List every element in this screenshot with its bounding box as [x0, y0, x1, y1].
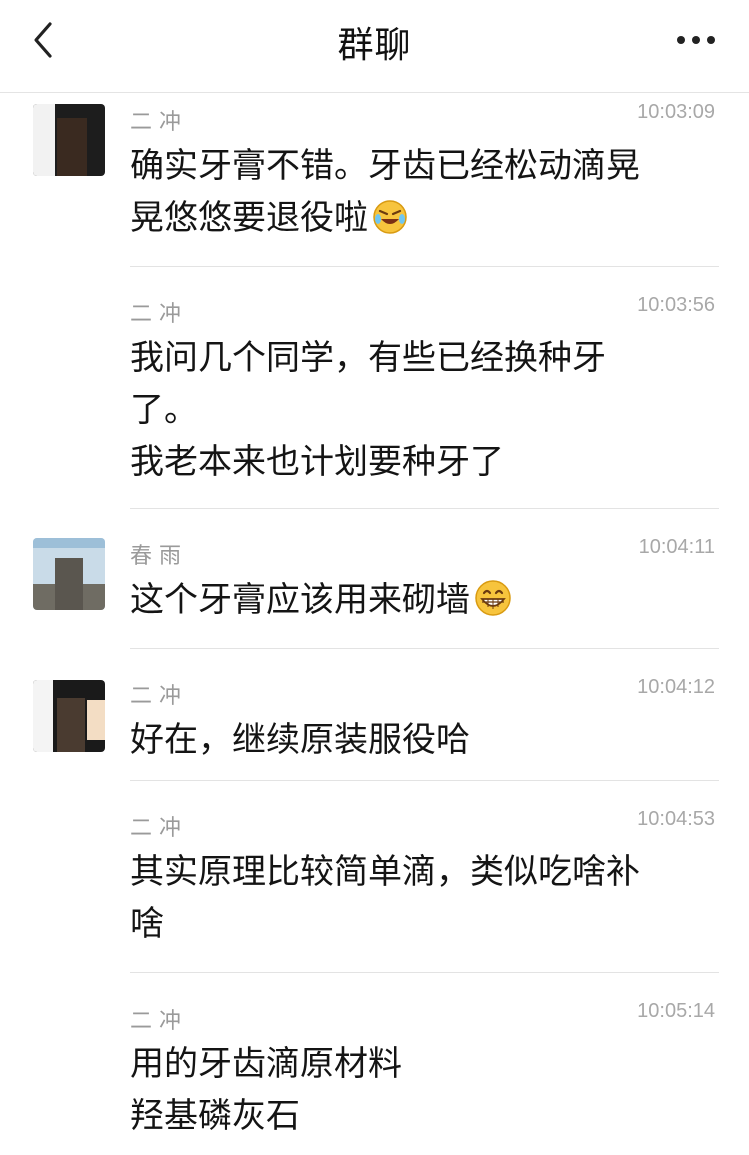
message-text: 我问几个同学，有些已经换种牙 了。 我老本来也计划要种牙了 — [130, 338, 606, 482]
message-divider — [130, 780, 719, 781]
sender-name: 二 冲 — [130, 684, 181, 709]
message-time: 10:05:14 — [637, 1000, 715, 1022]
message-text: 这个牙膏应该用来砌墙 — [130, 574, 710, 626]
message-text: 确实牙膏不错。牙齿已经松动滴晃 晃悠悠要退役啦 — [130, 146, 640, 238]
message-divider — [130, 972, 719, 973]
sender-name: 二 冲 — [130, 302, 181, 327]
avatar[interactable] — [33, 538, 105, 610]
sender-name: 二 冲 — [130, 816, 181, 841]
avatar[interactable] — [33, 680, 105, 752]
message-divider — [130, 266, 719, 267]
sender-name: 二 冲 — [130, 110, 181, 135]
message-time: 10:04:11 — [638, 536, 715, 558]
nav-bar: 群聊 — [0, 0, 749, 93]
more-options-icon[interactable] — [673, 20, 719, 60]
grinning-emoji — [475, 580, 511, 616]
message-text: 用的牙齿滴原材料 羟基磷灰石 — [130, 1044, 402, 1136]
avatar[interactable] — [33, 104, 105, 176]
message-time: 10:03:09 — [637, 101, 715, 123]
message-text: 其实原理比较简单滴，类似吃啥补 啥 — [130, 852, 640, 944]
sender-name: 二 冲 — [130, 1009, 181, 1034]
page-title: 群聊 — [337, 25, 412, 66]
message-divider — [130, 648, 719, 649]
message-time: 10:04:12 — [637, 676, 715, 698]
laughing-tears-emoji — [373, 200, 407, 234]
message-text: 好在，继续原装服役哈 — [130, 720, 470, 760]
sender-name: 春 雨 — [130, 544, 181, 569]
message-time: 10:03:56 — [637, 294, 715, 316]
message-divider — [130, 508, 719, 509]
message-time: 10:04:53 — [637, 808, 715, 830]
